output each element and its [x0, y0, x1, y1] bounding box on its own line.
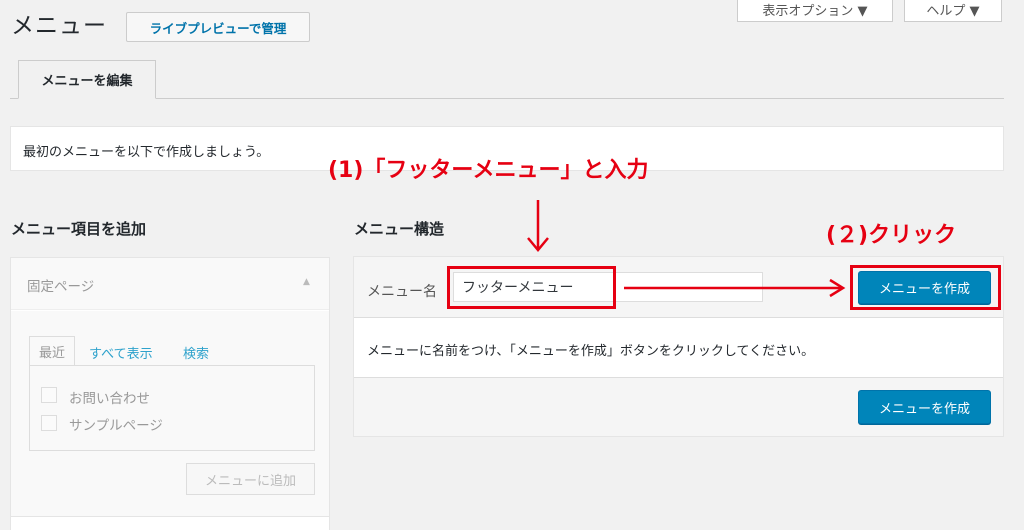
annotation-arrows — [527, 200, 846, 298]
right-arrow-icon — [624, 278, 846, 298]
down-arrow-icon — [527, 200, 549, 252]
